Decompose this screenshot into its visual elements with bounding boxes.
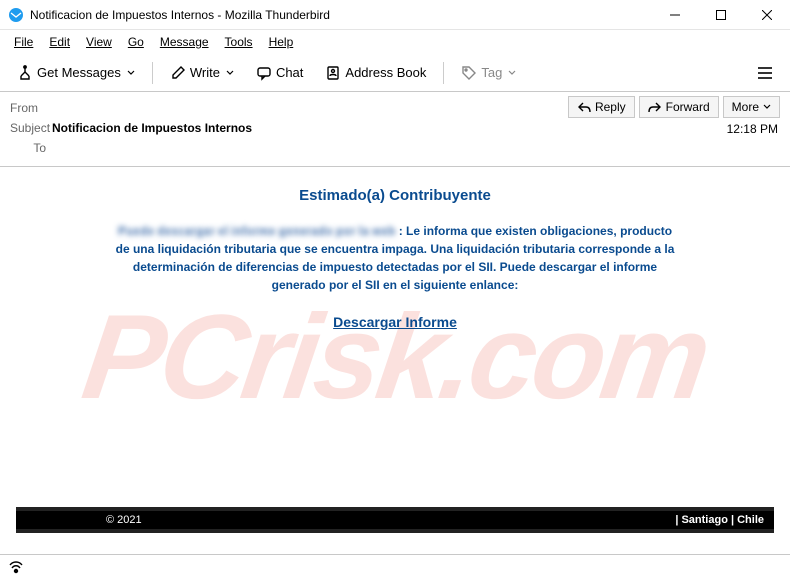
forward-label: Forward	[666, 100, 710, 114]
get-messages-label: Get Messages	[37, 65, 121, 80]
message-body: PCrisk.com Estimado(a) Contribuyente Pue…	[0, 167, 790, 547]
online-status-icon[interactable]	[8, 560, 24, 574]
thunderbird-icon	[8, 7, 24, 23]
window-title: Notificacion de Impuestos Internos - Moz…	[30, 8, 652, 22]
more-button[interactable]: More	[723, 96, 780, 118]
toolbar-separator	[152, 62, 153, 84]
menu-message[interactable]: Message	[154, 33, 215, 51]
chevron-down-icon	[508, 69, 516, 77]
tag-label: Tag	[481, 65, 502, 80]
forward-icon	[648, 101, 662, 113]
copyright-text: © 2021	[106, 514, 142, 526]
email-footer: © 2021 | Santiago | Chile	[16, 507, 774, 533]
menu-tools[interactable]: Tools	[219, 33, 259, 51]
write-button[interactable]: Write	[161, 60, 243, 86]
pencil-icon	[170, 65, 186, 81]
address-book-icon	[325, 65, 341, 81]
email-paragraph: Puede descargar el informe generado por …	[115, 222, 675, 294]
chevron-down-icon	[763, 103, 771, 111]
menu-edit[interactable]: Edit	[43, 33, 76, 51]
from-label: From	[10, 101, 52, 115]
download-report-link[interactable]: Descargar Informe	[333, 314, 457, 330]
location-text: | Santiago | Chile	[675, 514, 764, 526]
window-controls	[652, 0, 790, 30]
window-titlebar: Notificacion de Impuestos Internos - Moz…	[0, 0, 790, 30]
get-messages-button[interactable]: Get Messages	[8, 60, 144, 86]
message-time: 12:18 PM	[727, 122, 778, 136]
subject-label: Subject	[10, 121, 52, 135]
menu-bar: File Edit View Go Message Tools Help	[0, 30, 790, 54]
header-actions: Reply Forward More	[568, 96, 780, 118]
maximize-button[interactable]	[698, 0, 744, 30]
chat-icon	[256, 65, 272, 81]
to-label: To	[10, 141, 52, 155]
menu-go[interactable]: Go	[122, 33, 150, 51]
blurred-lead: Puede descargar el informe generado por …	[118, 224, 395, 238]
forward-button[interactable]: Forward	[639, 96, 719, 118]
address-book-button[interactable]: Address Book	[316, 60, 435, 86]
message-header: Reply Forward More From Subject Notifica…	[0, 92, 790, 167]
chevron-down-icon	[226, 69, 234, 77]
close-button[interactable]	[744, 0, 790, 30]
main-toolbar: Get Messages Write Chat Address Book Tag	[0, 54, 790, 92]
chevron-down-icon	[127, 69, 135, 77]
hamburger-icon	[757, 66, 773, 80]
chat-label: Chat	[276, 65, 303, 80]
tag-icon	[461, 65, 477, 81]
write-label: Write	[190, 65, 220, 80]
reply-label: Reply	[595, 100, 626, 114]
menu-help[interactable]: Help	[263, 33, 300, 51]
email-heading: Estimado(a) Contribuyente	[115, 187, 675, 204]
address-book-label: Address Book	[345, 65, 426, 80]
subject-value: Notificacion de Impuestos Internos	[52, 121, 252, 135]
download-icon	[17, 65, 33, 81]
chat-button[interactable]: Chat	[247, 60, 312, 86]
menu-file[interactable]: File	[8, 33, 39, 51]
toolbar-separator	[443, 62, 444, 84]
app-menu-button[interactable]	[748, 61, 782, 85]
more-label: More	[732, 100, 759, 114]
minimize-button[interactable]	[652, 0, 698, 30]
tag-button[interactable]: Tag	[452, 60, 525, 86]
status-bar	[0, 554, 790, 578]
reply-button[interactable]: Reply	[568, 96, 635, 118]
menu-view[interactable]: View	[80, 33, 118, 51]
reply-icon	[577, 101, 591, 113]
